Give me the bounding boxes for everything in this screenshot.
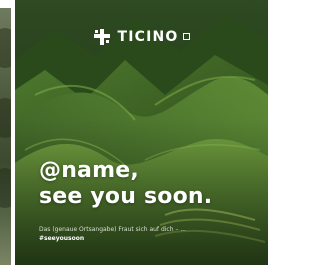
previous-ad-card[interactable] xyxy=(0,8,11,265)
ad-carousel: TICINO @name, see you soon. Das (genaue … xyxy=(0,0,268,265)
brand-lockup: TICINO xyxy=(15,28,268,46)
headline: @name, see you soon. xyxy=(39,158,212,210)
headline-line-1: @name, xyxy=(39,158,139,183)
brand-name: TICINO xyxy=(117,29,179,45)
ticino-logo-icon xyxy=(94,29,111,45)
brand-square-icon xyxy=(182,32,190,40)
headline-line-2: see you soon. xyxy=(39,184,213,209)
caption-text: Das (genaue Ortsangabe) Fraut sich auf d… xyxy=(39,226,187,233)
hashtag-link[interactable]: #seeyousoon xyxy=(39,235,84,243)
ticino-ad-card[interactable]: TICINO @name, see you soon. Das (genaue … xyxy=(15,0,268,265)
